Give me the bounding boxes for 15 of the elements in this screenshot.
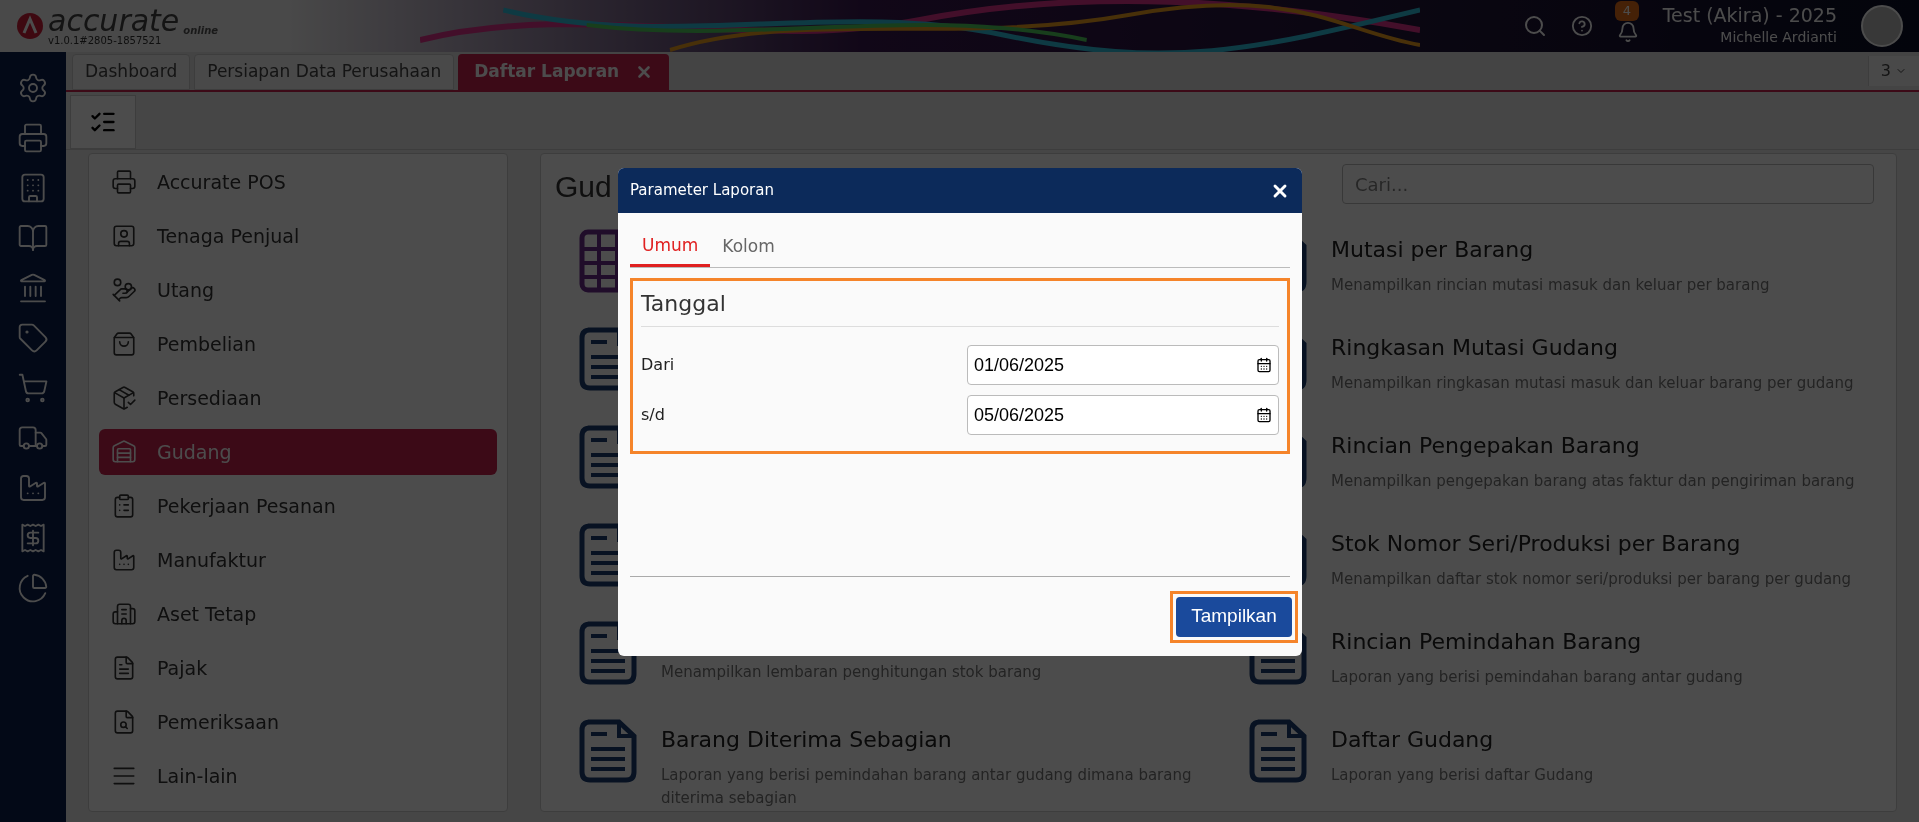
date-field[interactable]: 01/06/2025 [967, 345, 1279, 385]
calendar-icon[interactable] [1256, 357, 1272, 373]
date-field[interactable]: 05/06/2025 [967, 395, 1279, 435]
field-label: s/d [641, 404, 665, 426]
page-title: Gud [555, 169, 612, 205]
dialog-title: Parameter Laporan [630, 180, 774, 202]
dialog-tab[interactable]: Umum [630, 227, 711, 267]
company-name: Test (Akira) - 2025 [1662, 3, 1837, 28]
field-label: Dari [641, 354, 675, 376]
version-label: v1.0.1#2805-1857521 [48, 36, 163, 46]
user-name: Michelle Ardianti [1720, 28, 1837, 48]
dialog-tab[interactable]: Kolom [710, 227, 787, 267]
calendar-icon[interactable] [1256, 407, 1272, 423]
show-button[interactable]: Tampilkan [1176, 596, 1292, 637]
section-title: Tanggal [641, 281, 1279, 327]
